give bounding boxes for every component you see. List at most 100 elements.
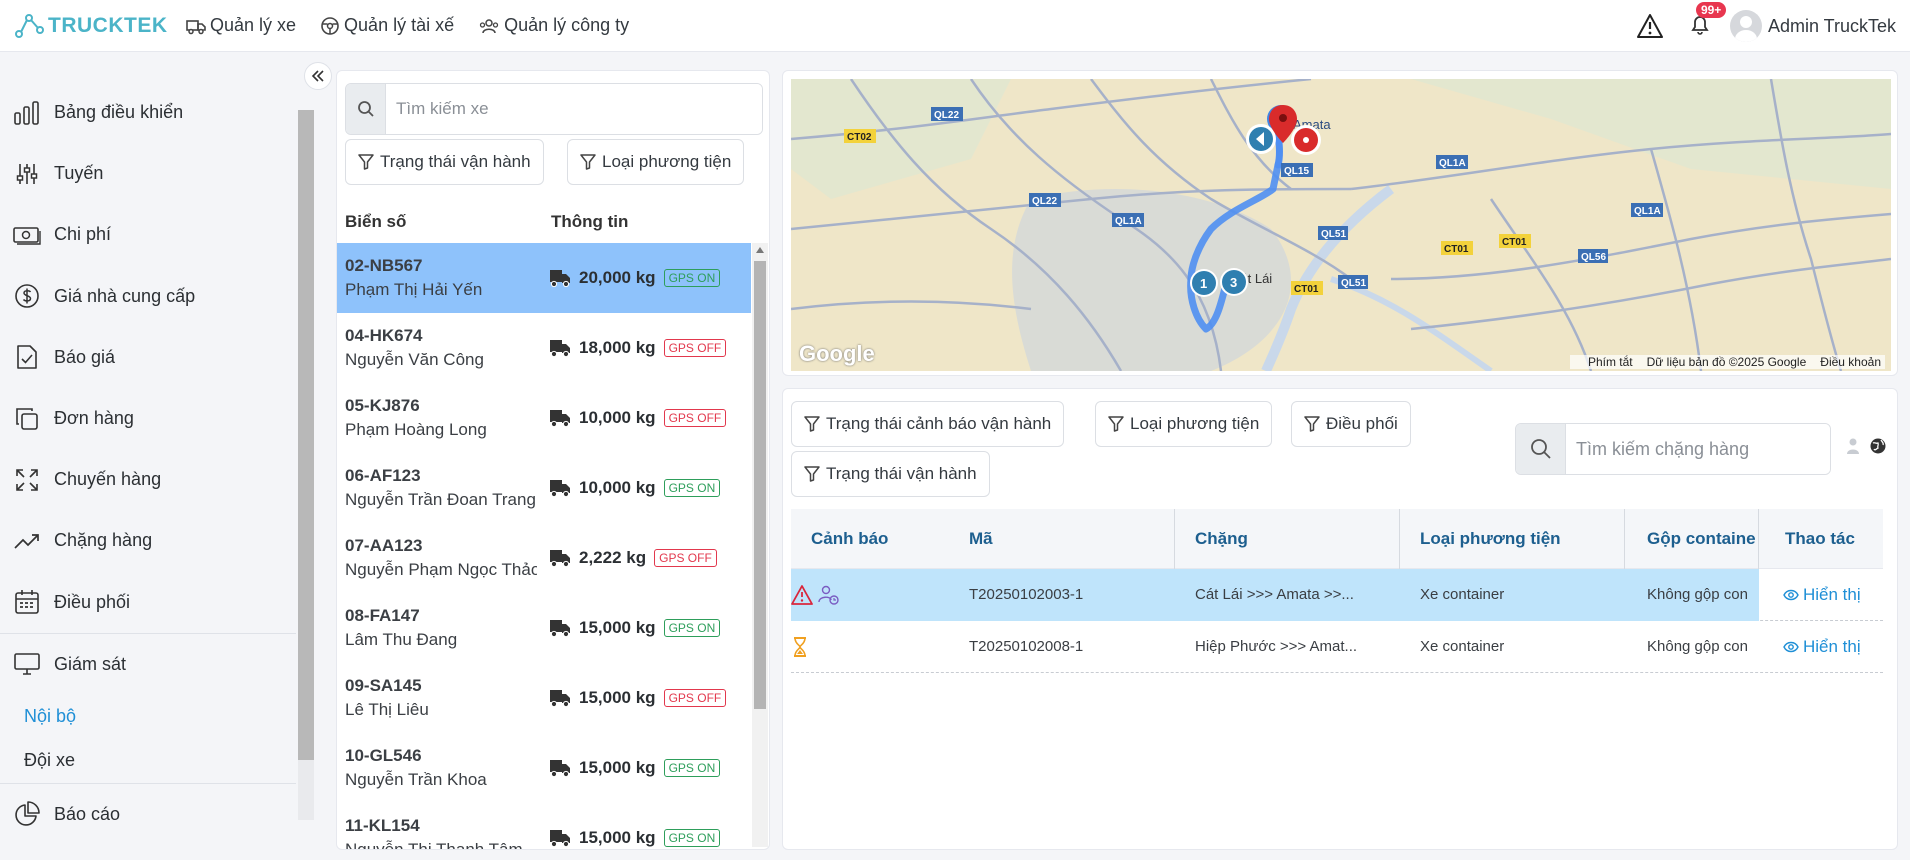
map-terms-link[interactable]: Điều khoản	[1820, 355, 1881, 369]
table-row[interactable]: T20250102003-1 Cát Lái >>> Amata >>... X…	[791, 568, 1883, 621]
sidebar-item-label: Bảng điều khiển	[54, 102, 184, 123]
scrollbar-thumb[interactable]	[298, 110, 314, 760]
sidebar-item-label: Tuyến	[54, 163, 104, 184]
marker-number: 3	[1230, 275, 1237, 290]
sidebar-item-monitoring[interactable]: Giám sát	[0, 634, 296, 695]
column-header-container-merge[interactable]: Gộp containe	[1625, 509, 1759, 569]
sidebar-item-dispatch[interactable]: Điều phối	[0, 572, 296, 633]
column-header-segment[interactable]: Chặng	[1175, 509, 1400, 569]
vehicle-row[interactable]: 07-AA123 Nguyễn Phạm Ngọc Thảo 2,222 kg GP…	[337, 523, 751, 593]
filter-label: Điều phối	[1326, 414, 1398, 433]
vehicle-row[interactable]: 10-GL546 Nguyễn Trần Khoa 15,000 kg GPS ON	[337, 733, 751, 803]
filter-label: Trạng thái vận hành	[380, 152, 531, 171]
segments-panel: Trạng thái cảnh báo vận hành Loại phương…	[782, 388, 1898, 850]
vehicle-row[interactable]: 06-AF123 Nguyễn Trần Đoan Trang 10,000 kg…	[337, 453, 751, 523]
filter-operating-status-button[interactable]: Trạng thái vận hành	[791, 451, 990, 497]
nav-driver-management[interactable]: Quản lý tài xế	[320, 15, 454, 36]
map-data-credit: Dữ liệu bản đồ ©2025 Google	[1646, 355, 1807, 369]
double-chevron-left-icon	[311, 70, 324, 82]
brand-logo[interactable]: TRUCKTEK	[14, 12, 174, 40]
search-icon	[1516, 424, 1566, 474]
driver-icon[interactable]	[1845, 437, 1861, 455]
column-header-code[interactable]: Mã	[949, 509, 1175, 569]
map-road-label: QL22	[934, 110, 959, 121]
gps-status-badge: GPS OFF	[663, 409, 727, 427]
nav-company-management[interactable]: Quản lý công ty	[478, 15, 629, 36]
vehicle-row[interactable]: 08-FA147 Lâm Thu Đang 15,000 kg GPS ON	[337, 593, 751, 663]
filter-icon	[1304, 416, 1320, 432]
column-header-alert[interactable]: Cảnh báo	[791, 509, 949, 569]
vehicle-search-input[interactable]	[386, 84, 762, 134]
sidebar-subitem-internal[interactable]: Nội bộ	[0, 695, 296, 739]
scroll-up-arrow-icon[interactable]	[756, 247, 764, 253]
sidebar-collapse-button[interactable]	[304, 62, 332, 90]
nav-vehicle-management[interactable]: Quản lý xe	[186, 15, 296, 36]
sidebar-item-supplier-price[interactable]: Giá nhà cung cấp	[0, 266, 296, 327]
sidebar: Bảng điều khiển Tuyến Chi phí Giá nhà cu…	[0, 52, 332, 860]
table-row[interactable]: T20250102008-1 Hiệp Phước >>> Amat... Xe…	[791, 621, 1883, 673]
filter-operating-status-button[interactable]: Trạng thái vận hành	[345, 139, 544, 185]
driver-name: Phạm Thị Hải Yến	[345, 280, 483, 299]
vehicle-table-header: Biển số Thông tin	[337, 201, 769, 243]
vehicle-weight: 15,000 kg	[579, 758, 656, 777]
sidebar-item-segments[interactable]: Chặng hàng	[0, 510, 296, 571]
vehicle-plate: 04-HK674	[345, 326, 423, 345]
sidebar-item-quotes[interactable]: Báo giá	[0, 327, 296, 388]
nav-label: Quản lý công ty	[504, 15, 630, 35]
user-name[interactable]: Admin TruckTek	[1768, 16, 1896, 37]
show-link[interactable]: Hiển thị	[1783, 637, 1861, 657]
sidebar-subitem-fleet[interactable]: Đội xe	[0, 739, 296, 783]
vehicle-row[interactable]: 05-KJ876 Phạm Hoàng Long 10,000 kg GPS OFF	[337, 383, 751, 453]
alert-cell	[791, 569, 949, 621]
sidebar-item-routes[interactable]: Tuyến	[0, 143, 296, 204]
notification-bell[interactable]: 99+	[1688, 2, 1727, 40]
sliders-icon	[12, 159, 42, 189]
column-header-info[interactable]: Thông tin	[551, 212, 628, 232]
eye-icon	[1783, 589, 1799, 600]
trend-icon	[12, 526, 42, 556]
avatar[interactable]	[1729, 10, 1762, 42]
vehicle-list: 02-NB567 Phạm Thị Hải Yến 20,000 kg GPS ON…	[337, 243, 751, 849]
column-header-vehicle-type[interactable]: Loại phương tiện	[1400, 509, 1625, 569]
segment-search-input[interactable]	[1566, 424, 1830, 474]
filter-dispatch-button[interactable]: Điều phối	[1291, 401, 1411, 447]
alert-triangle-icon[interactable]	[1636, 13, 1664, 39]
driver-name: Lê Thị Liêu	[345, 700, 429, 719]
vehicle-row[interactable]: 09-SA145 Lê Thị Liêu 15,000 kg GPS OFF	[337, 663, 751, 733]
truck-weight-icon	[550, 550, 570, 568]
column-header-plate[interactable]: Biển số	[337, 212, 551, 232]
vehicle-row[interactable]: 02-NB567 Phạm Thị Hải Yến 20,000 kg GPS ON	[337, 243, 751, 313]
globe-icon[interactable]	[1869, 437, 1887, 455]
sidebar-item-reports[interactable]: Báo cáo	[0, 784, 296, 845]
show-link[interactable]: Hiển thị	[1783, 585, 1861, 605]
filter-vehicle-type-button[interactable]: Loại phương tiện	[1095, 401, 1273, 447]
filter-alert-status-button[interactable]: Trạng thái cảnh báo vận hành	[791, 401, 1065, 447]
segment-route: Hiệp Phước >>> Amat...	[1195, 638, 1358, 655]
vehicle-row[interactable]: 04-HK674 Nguyễn Văn Công 18,000 kg GPS OFF	[337, 313, 751, 383]
gps-status-badge: GPS ON	[663, 759, 721, 777]
map-shortcuts-link[interactable]: Phím tắt	[1588, 355, 1633, 369]
filter-vehicle-type-button[interactable]: Loại phương tiện	[567, 139, 745, 185]
vehicle-row[interactable]: 11-KL154 Nguyễn Thị Thanh Tâm 15,000 kg GP…	[337, 803, 751, 849]
map-marker-1[interactable]: 1	[1190, 269, 1218, 297]
filter-icon	[804, 416, 820, 432]
sidebar-item-label: Chi phí	[54, 224, 112, 245]
map-canvas: QL22 CT02 QL22 QL1A QL15 QL1A QL1A QL51 …	[791, 79, 1891, 371]
sidebar-item-shipments[interactable]: Chuyến hàng	[0, 449, 296, 510]
truck-weight-icon	[550, 410, 570, 428]
scrollbar-thumb[interactable]	[754, 261, 766, 709]
vehicle-list-scrollbar[interactable]	[752, 243, 768, 847]
filter-icon	[804, 466, 820, 482]
route-map[interactable]: QL22 CT02 QL22 QL1A QL15 QL1A QL1A QL51 …	[791, 79, 1891, 371]
sidebar-scrollbar[interactable]	[298, 110, 314, 820]
map-marker-3[interactable]: 3	[1220, 268, 1248, 296]
actions-cell: Hiển thị	[1759, 569, 1883, 621]
vehicle-plate: 07-AA123	[345, 536, 423, 555]
sidebar-item-orders[interactable]: Đơn hàng	[0, 388, 296, 449]
sidebar-item-dashboard[interactable]: Bảng điều khiển	[0, 82, 296, 143]
gps-status-badge: GPS OFF	[663, 689, 727, 707]
sidebar-item-label: Báo cáo	[54, 803, 121, 824]
driver-name: Phạm Hoàng Long	[345, 420, 487, 439]
sidebar-item-costs[interactable]: Chi phí	[0, 204, 296, 265]
map-attribution: Phím tắt Dữ liệu bản đồ ©2025 Google Điề…	[1569, 355, 1885, 369]
